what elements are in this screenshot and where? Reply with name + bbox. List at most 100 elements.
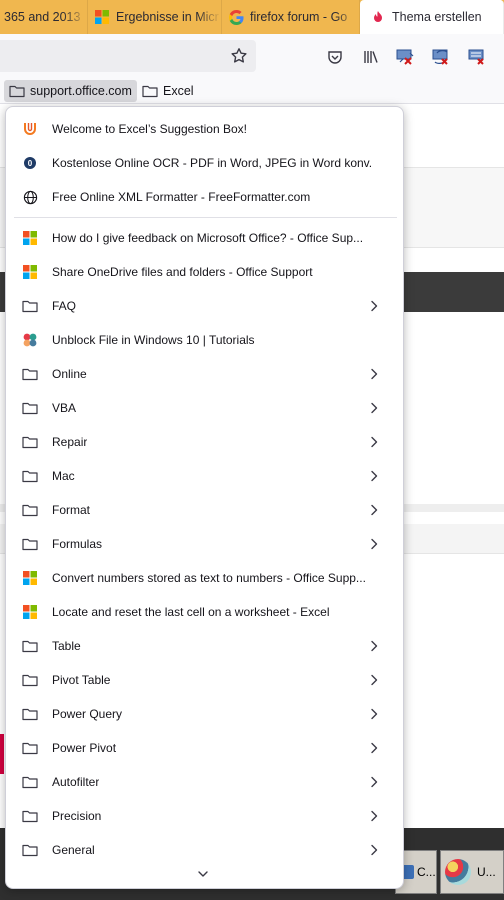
menu-item-label: Convert numbers stored as text to number…: [52, 571, 366, 585]
menu-folder-vba[interactable]: VBA: [10, 391, 399, 425]
menu-bookmark-kostenlose-online-ocr-pdf-in-word-jpeg-i[interactable]: 0 Kostenlose Online OCR - PDF in Word, JP…: [10, 146, 399, 180]
menu-bookmark-unblock-file-in-windows-10-tutorials[interactable]: Unblock File in Windows 10 | Tutorials: [10, 323, 399, 357]
menu-item-label: Autofilter: [52, 775, 100, 789]
globe-icon: [22, 189, 38, 205]
bookmark-label: support.office.com: [30, 84, 132, 98]
menu-bookmark-free-online-xml-formatter-freeformatter-[interactable]: Free Online XML Formatter - FreeFormatte…: [10, 180, 399, 214]
chevron-right-icon: [367, 809, 381, 823]
tab-thema-erstellen[interactable]: Thema erstellen: [360, 0, 504, 34]
chevron-right-icon: [367, 503, 381, 517]
tab-label: firefox forum - Go: [250, 10, 348, 24]
navigation-toolbar: [0, 34, 504, 80]
ms-logo-icon: [22, 264, 38, 280]
chevron-right-icon: [367, 435, 381, 449]
folder-icon: [22, 502, 38, 518]
folder-icon: [142, 85, 158, 98]
menu-item-label: Precision: [52, 809, 102, 823]
bookmark-folder-excel[interactable]: Excel: [137, 80, 199, 102]
menu-item-label: VBA: [52, 401, 77, 415]
extension-sync-icon[interactable]: [430, 46, 452, 68]
menu-item-label: Power Pivot: [52, 741, 117, 755]
folder-icon: [22, 400, 38, 416]
menu-item-label: Power Query: [52, 707, 123, 721]
pocket-icon[interactable]: [324, 46, 346, 68]
folder-icon: [22, 706, 38, 722]
extension-list-icon[interactable]: [466, 46, 488, 68]
ms-logo-icon: [22, 230, 38, 246]
folder-icon: [22, 366, 38, 382]
menu-folder-pivot-table[interactable]: Pivot Table: [10, 663, 399, 697]
tab-365[interactable]: 365 and 2013: [0, 0, 88, 34]
menu-folder-power-pivot[interactable]: Power Pivot: [10, 731, 399, 765]
library-icon[interactable]: [360, 46, 382, 68]
menu-folder-formulas[interactable]: Formulas: [10, 527, 399, 561]
chevron-right-icon: [367, 741, 381, 755]
menu-folder-online[interactable]: Online: [10, 357, 399, 391]
menu-item-label: Online: [52, 367, 87, 381]
taskbar-item[interactable]: U...: [440, 850, 504, 894]
menu-item-label: Table: [52, 639, 81, 653]
chevron-right-icon: [367, 401, 381, 415]
bookmark-folder-menu: Welcome to Excel’s Suggestion Box! 0 Koste…: [5, 106, 404, 889]
taskbar-item-label: C...: [417, 865, 436, 879]
menu-folder-format[interactable]: Format: [10, 493, 399, 527]
extension-icon[interactable]: [394, 46, 416, 68]
chevron-right-icon: [367, 469, 381, 483]
menu-folder-power-query[interactable]: Power Query: [10, 697, 399, 731]
menu-bookmark-locate-and-reset-the-last-cell-on-a-work[interactable]: Locate and reset the last cell on a work…: [10, 595, 399, 629]
folder-icon: [22, 842, 38, 858]
menu-item-label: Unblock File in Windows 10 | Tutorials: [52, 333, 255, 347]
menu-item-label: Repair: [52, 435, 88, 449]
menu-folder-precision[interactable]: Precision: [10, 799, 399, 833]
menu-item-label: FAQ: [52, 299, 77, 313]
menu-item-label: General: [52, 843, 95, 857]
folder-icon: [22, 638, 38, 654]
flame-icon: [370, 9, 386, 25]
menu-folder-autofilter[interactable]: Autofilter: [10, 765, 399, 799]
folder-icon: [22, 774, 38, 790]
folder-icon: [22, 740, 38, 756]
menu-separator: [14, 217, 397, 218]
chevron-right-icon: [367, 299, 381, 313]
menu-item-label: Share OneDrive files and folders - Offic…: [52, 265, 313, 279]
ms-logo-icon: [22, 604, 38, 620]
google-icon: [228, 9, 244, 25]
tab-ergebnisse[interactable]: Ergebnisse in Micr: [88, 0, 222, 34]
menu-folder-repair[interactable]: Repair: [10, 425, 399, 459]
ms-logo-icon: [22, 570, 38, 586]
chevron-right-icon: [367, 639, 381, 653]
menu-bookmark-how-do-i-give-feedback-on-microsoft-offi[interactable]: How do I give feedback on Microsoft Offi…: [10, 221, 399, 255]
paint-palette-icon: [445, 859, 471, 885]
menu-item-label: Locate and reset the last cell on a work…: [52, 605, 330, 619]
folder-icon: [22, 468, 38, 484]
chevron-right-icon: [367, 707, 381, 721]
scroll-down-chevron-icon[interactable]: [196, 867, 212, 883]
menu-folder-mac[interactable]: Mac: [10, 459, 399, 493]
folder-icon: [22, 298, 38, 314]
menu-item-label: Mac: [52, 469, 75, 483]
menu-bookmark-share-onedrive-files-and-folders-office-[interactable]: Share OneDrive files and folders - Offic…: [10, 255, 399, 289]
chevron-right-icon: [367, 367, 381, 381]
svg-text:0: 0: [28, 159, 33, 168]
bookmark-folder-support-office[interactable]: support.office.com: [4, 80, 137, 102]
tab-firefox-forum[interactable]: firefox forum - Go: [222, 0, 360, 34]
menu-item-label: Formulas: [52, 537, 103, 551]
chevron-right-icon: [367, 673, 381, 687]
menu-bookmark-convert-numbers-stored-as-text-to-number[interactable]: Convert numbers stored as text to number…: [10, 561, 399, 595]
folder-icon: [22, 808, 38, 824]
menu-bookmark-welcome-to-excel-s-suggestion-box[interactable]: Welcome to Excel’s Suggestion Box!: [10, 112, 399, 146]
menu-folder-table[interactable]: Table: [10, 629, 399, 663]
folder-icon: [22, 434, 38, 450]
menu-item-label: Format: [52, 503, 91, 517]
menu-item-label: Free Online XML Formatter - FreeFormatte…: [52, 190, 311, 204]
tenforums-icon: [22, 332, 38, 348]
menu-folder-general[interactable]: General: [10, 833, 399, 867]
menu-folder-faq[interactable]: FAQ: [10, 289, 399, 323]
folder-icon: [22, 536, 38, 552]
bookmarks-toolbar: support.office.com Excel: [0, 80, 504, 104]
uservoice-icon: [22, 121, 38, 137]
folder-icon: [9, 85, 25, 98]
url-bar[interactable]: [0, 40, 256, 72]
taskbar-item-label: U...: [477, 865, 496, 879]
bookmark-star-icon[interactable]: [230, 47, 250, 67]
